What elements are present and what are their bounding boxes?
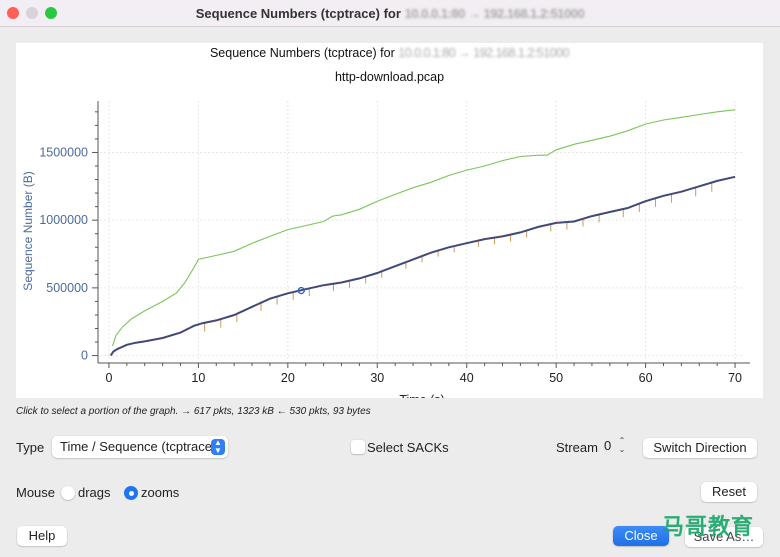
status-hint: Click to select a portion of the graph. … xyxy=(16,406,371,417)
reset-button[interactable]: Reset xyxy=(701,482,757,502)
mouse-zooms-label: zooms xyxy=(141,485,180,500)
mouse-label: Mouse xyxy=(16,485,56,500)
window-titlebar: Sequence Numbers (tcptrace) for 10.0.0.1… xyxy=(0,0,780,27)
select-arrows-icon: ▲ ▼ xyxy=(211,439,225,455)
mouse-zooms-radio[interactable] xyxy=(124,486,138,500)
stream-stepper[interactable]: ⌃ ⌄ xyxy=(616,436,628,456)
type-label: Type xyxy=(16,440,45,455)
window-title-text: Sequence Numbers (tcptrace) for xyxy=(195,6,401,21)
mouse-drags-radio[interactable] xyxy=(61,486,75,500)
select-sacks-label: Select SACKs xyxy=(367,440,449,455)
receive-window-line xyxy=(111,109,736,347)
type-select-value: Time / Sequence (tcptrace) xyxy=(60,439,217,454)
y-tick-label: 1500000 xyxy=(39,145,88,159)
window-title-redacted: 10.0.0.1:80 → 192.168.1.2:51000 xyxy=(404,6,585,21)
y-axis-label: Sequence Number (B) xyxy=(21,171,35,290)
type-select[interactable]: Time / Sequence (tcptrace) ▲ ▼ xyxy=(52,436,228,458)
close-button[interactable]: Close xyxy=(613,526,669,546)
stepper-up-icon[interactable]: ⌃ xyxy=(616,436,628,445)
sequence-chart[interactable]: 0 10 20 30 40 50 60 70 0 500000 1000000 1500000 Time… xyxy=(16,43,763,398)
x-axis-label: Time (s) xyxy=(399,393,444,398)
x-tick-label: 30 xyxy=(370,371,384,385)
y-tick-label: 0 xyxy=(81,349,88,363)
stepper-down-icon[interactable]: ⌄ xyxy=(616,445,628,454)
plot-panel[interactable]: Sequence Numbers (tcptrace) for 10.0.0.1… xyxy=(16,43,763,398)
help-button[interactable]: Help xyxy=(17,526,67,546)
x-tick-label: 0 xyxy=(105,371,112,385)
x-tick-label: 70 xyxy=(728,371,742,385)
window-title: Sequence Numbers (tcptrace) for 10.0.0.1… xyxy=(0,6,780,21)
x-tick-label: 40 xyxy=(460,371,474,385)
watermark-text: 马哥教育 xyxy=(662,514,755,539)
y-tick-label: 500000 xyxy=(46,281,88,295)
y-tick-label: 1000000 xyxy=(39,213,88,227)
x-tick-label: 10 xyxy=(191,371,205,385)
stream-label: Stream xyxy=(556,440,598,455)
x-tick-label: 50 xyxy=(549,371,563,385)
mouse-drags-label: drags xyxy=(78,485,111,500)
select-sacks-checkbox[interactable] xyxy=(351,440,365,454)
switch-direction-button[interactable]: Switch Direction xyxy=(643,438,757,458)
x-tick-label: 60 xyxy=(639,371,653,385)
x-tick-label: 20 xyxy=(281,371,295,385)
stream-input[interactable]: 0 xyxy=(604,438,611,453)
